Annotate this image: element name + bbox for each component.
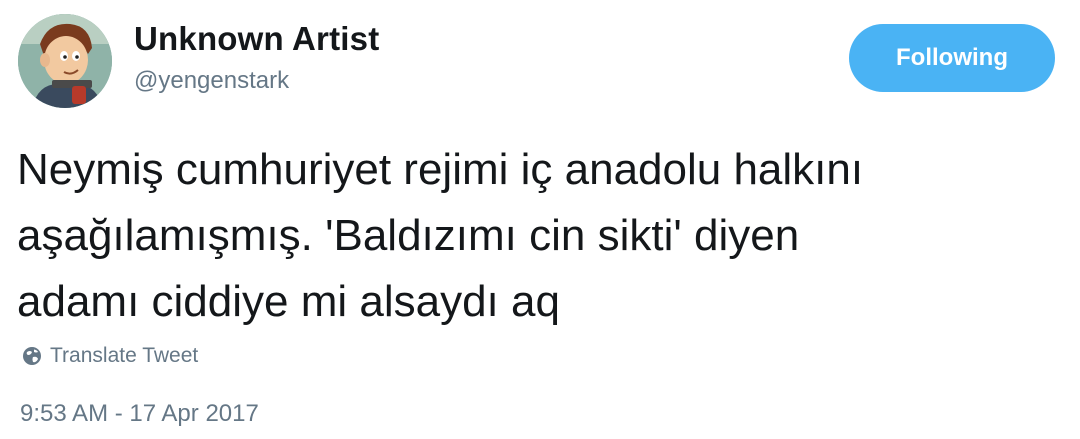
author-display-name[interactable]: Unknown Artist [134,20,379,58]
avatar[interactable] [18,14,112,108]
translate-tweet-label: Translate Tweet [50,344,199,367]
globe-icon [22,346,42,366]
cartoon-avatar-icon [18,14,112,108]
translate-tweet-link[interactable]: Translate Tweet [22,344,198,368]
tweet-text: Neymiş cumhuriyet rejimi iç anadolu halk… [17,145,864,326]
author-handle[interactable]: @yengenstark [134,67,289,95]
following-button[interactable]: Following [849,24,1055,92]
tweet-timestamp[interactable]: 9:53 AM - 17 Apr 2017 [20,400,259,428]
